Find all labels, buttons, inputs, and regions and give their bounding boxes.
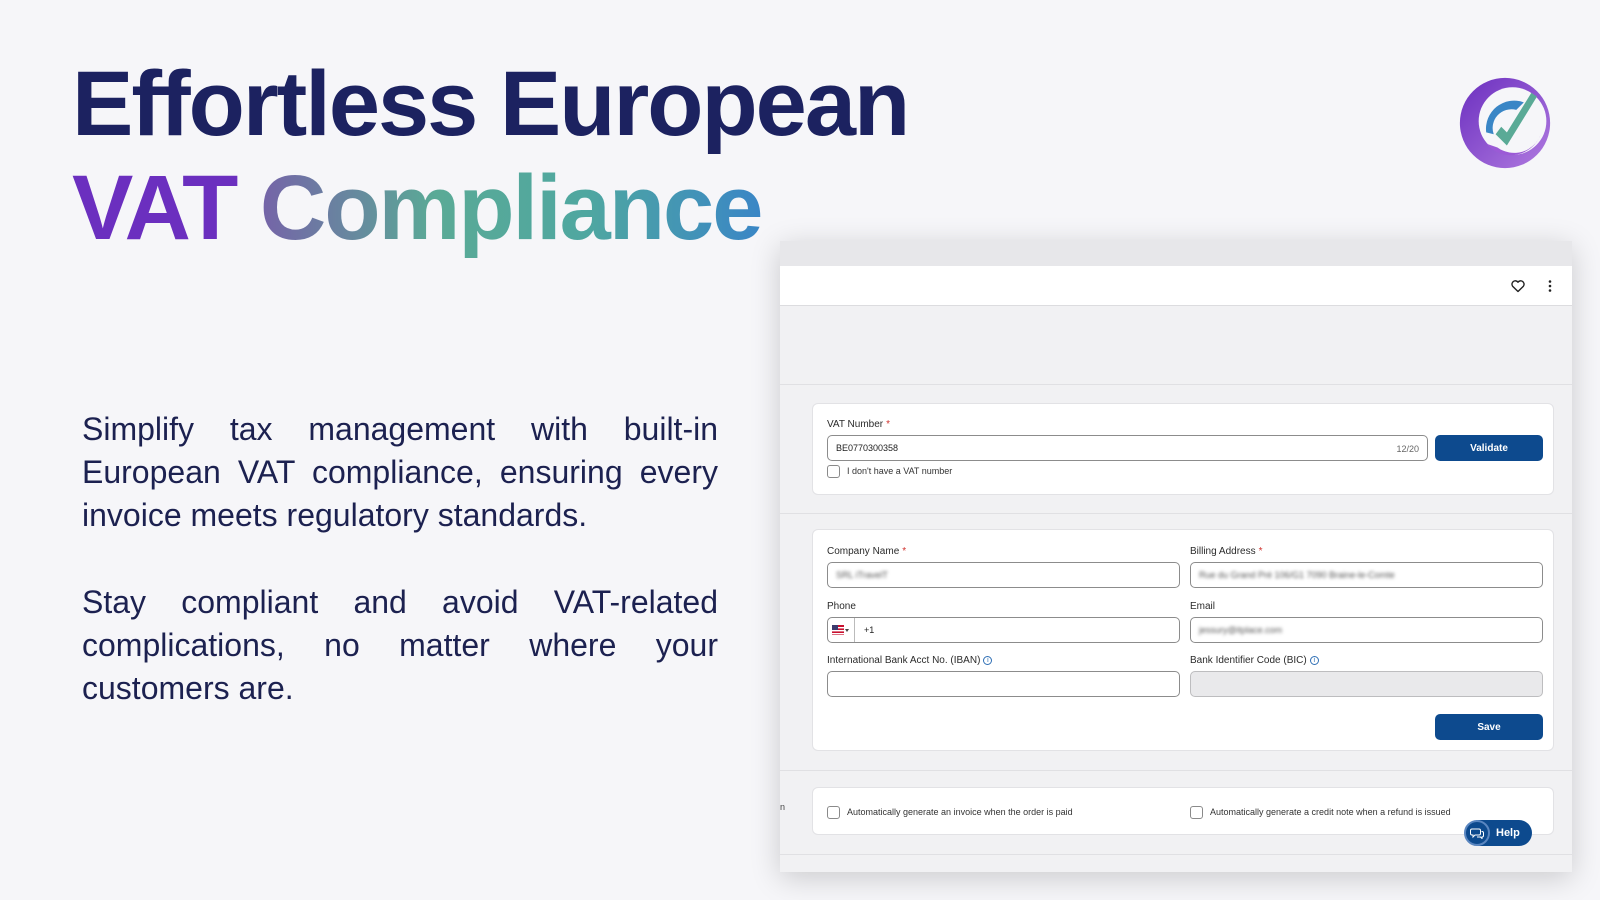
section-divider <box>780 513 1572 514</box>
email-input[interactable]: jessury@itplace.com <box>1190 617 1543 643</box>
company-name-input[interactable]: SRL iTravelT <box>827 562 1180 588</box>
auto-credit-note-checkbox[interactable] <box>1190 806 1203 819</box>
email-label: Email <box>1190 601 1216 612</box>
save-button[interactable]: Save <box>1435 714 1543 740</box>
kebab-menu-icon[interactable] <box>1542 278 1558 294</box>
email-value: jessury@itplace.com <box>1199 625 1283 635</box>
vat-number-input[interactable]: BE0770300358 12/20 <box>827 435 1428 461</box>
bic-input[interactable] <box>1190 671 1543 697</box>
app-window: VAT Number * BE0770300358 12/20 Validate … <box>780 241 1572 872</box>
section-divider <box>780 854 1572 855</box>
iban-label: International Bank Acct No. (IBAN) i <box>827 655 993 666</box>
company-name-value: SRL iTravelT <box>836 570 888 580</box>
no-vat-checkbox-label: I don't have a VAT number <box>847 466 953 476</box>
company-name-label: Company Name * <box>827 546 907 557</box>
heart-icon[interactable] <box>1510 278 1526 294</box>
bic-label: Bank Identifier Code (BIC) i <box>1190 655 1319 666</box>
clipped-sidebar-text: n <box>780 802 786 812</box>
company-details-card: Company Name * SRL iTravelT Billing Addre… <box>812 529 1554 751</box>
phone-input[interactable]: +1 <box>827 617 1180 643</box>
app-logo-checkmark-icon <box>1459 77 1551 169</box>
description-paragraph-2: Stay compliant and avoid VAT-related com… <box>82 584 718 706</box>
help-label: Help <box>1496 827 1520 839</box>
help-button[interactable]: Help <box>1464 820 1532 846</box>
no-vat-checkbox[interactable] <box>827 465 840 478</box>
app-topbar <box>780 266 1572 306</box>
billing-address-input[interactable]: Rue du Grand Pré 106/G1 7090 Braine-le-C… <box>1190 562 1543 588</box>
headline-line-1: Effortless European <box>72 53 910 155</box>
phone-label: Phone <box>827 601 856 612</box>
section-divider <box>780 384 1572 385</box>
vat-number-label: VAT Number * <box>827 419 891 430</box>
chat-bubble-icon <box>1464 820 1490 846</box>
billing-address-label: Billing Address * <box>1190 546 1263 557</box>
country-selector[interactable] <box>828 618 855 642</box>
validate-button[interactable]: Validate <box>1435 435 1543 461</box>
vat-char-counter: 12/20 <box>1396 444 1419 454</box>
automation-card: Automatically generate an invoice when t… <box>812 787 1554 835</box>
vat-number-card: VAT Number * BE0770300358 12/20 Validate … <box>812 403 1554 495</box>
phone-country-code: +1 <box>864 625 875 635</box>
iban-input[interactable] <box>827 671 1180 697</box>
headline-compliance-word: Compliance <box>259 157 763 259</box>
window-top-strip <box>780 241 1572 266</box>
headline-vat-word: VAT <box>72 157 238 259</box>
auto-invoice-checkbox[interactable] <box>827 806 840 819</box>
info-icon[interactable]: i <box>1309 655 1319 665</box>
billing-address-value: Rue du Grand Pré 106/G1 7090 Braine-le-C… <box>1199 570 1395 580</box>
us-flag-icon <box>832 625 849 635</box>
section-divider <box>780 770 1572 771</box>
auto-credit-note-label: Automatically generate a credit note whe… <box>1210 807 1451 817</box>
auto-invoice-label: Automatically generate an invoice when t… <box>847 807 1073 817</box>
description-paragraph-1: Simplify tax management with built-in Eu… <box>82 411 718 533</box>
vat-number-value: BE0770300358 <box>836 443 899 453</box>
headline: Effortless European VAT Compliance <box>72 52 910 260</box>
info-icon[interactable]: i <box>983 655 993 665</box>
